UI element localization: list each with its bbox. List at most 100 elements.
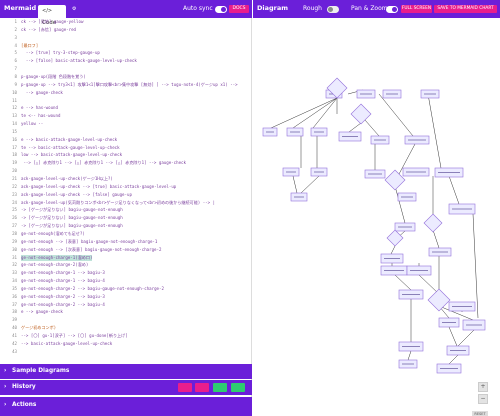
- flow-node[interactable]: [380, 253, 404, 264]
- rough-toggle[interactable]: [327, 6, 339, 13]
- decision-node[interactable]: [350, 103, 372, 125]
- history-section[interactable]: › History: [0, 380, 252, 395]
- flow-node[interactable]: [448, 203, 476, 215]
- code-line[interactable]: 17 te --> basic-attack-gauge-level-up-che…: [0, 145, 252, 151]
- code-line[interactable]: 39: [0, 317, 252, 323]
- line-number: 21: [12, 176, 17, 181]
- code-line[interactable]: 1 ck --> [見地] gauge-yellow: [0, 19, 252, 25]
- code-line[interactable]: 20: [0, 168, 252, 174]
- restore-icon[interactable]: [231, 383, 245, 392]
- code-line[interactable]: 32 ge-not-enough-charge-2(溜め): [0, 262, 252, 268]
- flow-node[interactable]: [310, 127, 328, 137]
- full-screen-button[interactable]: FULL SCREEN: [401, 5, 432, 13]
- code-line[interactable]: 34 ge-not-enough-charge-1 --> bagiu-4: [0, 278, 252, 284]
- sample-diagrams-section[interactable]: › Sample Diagrams: [0, 364, 252, 379]
- pan-zoom-toggle[interactable]: [386, 6, 398, 13]
- flow-node[interactable]: [448, 301, 476, 312]
- code-line[interactable]: 35 ge-not-enough-charge-2 --> bagiu-gauge…: [0, 286, 252, 292]
- code-editor[interactable]: 1 ck --> [見地] gauge-yellow 2 ck --> [赤信] ga…: [0, 19, 252, 361]
- code-line[interactable]: 30 ge-not-enough --> [次表意] bagiu-gauge-no…: [0, 247, 252, 253]
- flow-node[interactable]: [382, 89, 402, 99]
- docs-button[interactable]: DOCS: [229, 5, 249, 13]
- code-line[interactable]: 31 ge-not-enough-charge-1(溜め口): [0, 254, 252, 261]
- flow-node[interactable]: [398, 341, 424, 352]
- code-line[interactable]: 27 -> [ゲージが足りない] bagiu-gauge-not-enough: [0, 223, 252, 229]
- flow-node[interactable]: [356, 89, 376, 99]
- code-line[interactable]: 6 --> [false] basic-attack-gauge-level-u…: [0, 58, 252, 64]
- flow-node[interactable]: [438, 317, 460, 328]
- code-line[interactable]: 36 ge-not-enough-charge-2 --> bagiu-3: [0, 294, 252, 300]
- code-line[interactable]: 21 ack-gauge-level-up-check(ゲージ1H以上?): [0, 176, 252, 182]
- code-line[interactable]: 26 -> [ゲージが足りない] bagiu-gauge-not-enough: [0, 215, 252, 221]
- flow-node[interactable]: [286, 127, 304, 137]
- flow-node[interactable]: [338, 131, 362, 142]
- flow-node[interactable]: [406, 265, 432, 276]
- code-line[interactable]: 15: [0, 129, 252, 135]
- flow-node[interactable]: [420, 89, 440, 99]
- code-line[interactable]: 18 low --> basic-attack-gauge-level-up-ch…: [0, 152, 252, 158]
- flow-node[interactable]: [394, 222, 416, 232]
- code-line[interactable]: 37 ge-not-enough-charge-2 --> bagiu-4: [0, 302, 252, 308]
- tab-code[interactable]: </> Code: [38, 5, 66, 26]
- decision-node[interactable]: [423, 213, 443, 233]
- save-to-mermaid-chart-button[interactable]: SAVE TO MERMAID CHART: [434, 5, 497, 13]
- flow-node[interactable]: [397, 192, 417, 202]
- line-text: te <-- has-wound: [21, 113, 61, 119]
- upload-icon[interactable]: [178, 383, 192, 392]
- code-line[interactable]: 16 e --> basic-attack-gauge-level-up-chec…: [0, 137, 252, 143]
- zoom-in-button[interactable]: +: [478, 382, 488, 392]
- decision-node[interactable]: [384, 169, 406, 191]
- code-line[interactable]: 7: [0, 66, 252, 72]
- code-line[interactable]: 19 --> [△] 赤克除り1 --> [△] 赤克除り1 --> [△] 赤…: [0, 160, 252, 166]
- flow-node[interactable]: [290, 192, 308, 202]
- zoom-out-button[interactable]: −: [478, 394, 488, 404]
- code-line[interactable]: 14 yellow --: [0, 121, 252, 127]
- flow-node[interactable]: [462, 319, 486, 331]
- actions-section[interactable]: › Actions: [0, 397, 252, 416]
- code-line[interactable]: 12 e --> has-wound: [0, 105, 252, 111]
- diagram-canvas[interactable]: + − RESET: [253, 18, 500, 416]
- code-line[interactable]: 23 ack-gauge-level-up-check --> [false] g…: [0, 192, 252, 198]
- decision-node[interactable]: [386, 229, 404, 247]
- code-line[interactable]: 10 --> gauge-check: [0, 90, 252, 96]
- code-line[interactable]: 9 p-gauge-up --> try3<1] 攻撃1<1]撃口攻撃<br>集中…: [0, 82, 252, 88]
- tab-config[interactable]: ⚙ Config: [68, 3, 100, 24]
- flow-node[interactable]: [402, 167, 430, 177]
- code-line[interactable]: 24 ack-gauge-level-up(気苅剛りコンボ<br>ゲージ足りなくな…: [0, 200, 252, 206]
- code-line[interactable]: 28 ge-not-enough(溜めても足せ?): [0, 231, 252, 237]
- flow-node[interactable]: [436, 363, 462, 374]
- flow-node[interactable]: [398, 359, 418, 369]
- reset-button[interactable]: RESET: [472, 411, 488, 416]
- flow-node[interactable]: [282, 167, 300, 177]
- code-line[interactable]: 11: [0, 98, 252, 104]
- flow-node[interactable]: [446, 345, 470, 356]
- code-line[interactable]: 4 [最口フ]: [0, 43, 252, 49]
- flow-node[interactable]: [262, 127, 278, 137]
- flow-node[interactable]: [398, 289, 424, 300]
- code-line[interactable]: 13 te <-- has-wound: [0, 113, 252, 119]
- triangle-icon[interactable]: [195, 383, 209, 392]
- code-line[interactable]: 5 --> [true] try-3-step-gauge-up: [0, 50, 252, 56]
- flow-node[interactable]: [434, 167, 464, 178]
- auto-sync-toggle[interactable]: [215, 6, 227, 13]
- flow-node[interactable]: [364, 169, 386, 179]
- code-line[interactable]: 2 ck --> [赤信] gauge-red: [0, 27, 252, 33]
- code-line[interactable]: 43: [0, 349, 252, 355]
- code-line[interactable]: 33 ge-not-enough-charge-1 --> bagiu-3: [0, 270, 252, 276]
- code-line[interactable]: 3: [0, 35, 252, 41]
- code-line[interactable]: 40 ゲージ初めコンボ): [0, 325, 252, 331]
- code-line[interactable]: 41 --> [〇] gu-1[涙子] --> [〇] gu-done[斬り上げ]: [0, 333, 252, 339]
- flow-node[interactable]: [428, 247, 452, 257]
- code-line[interactable]: 25 -> [ゲージが足りない] bagiu-gauge-not-enough: [0, 207, 252, 213]
- flow-node[interactable]: [310, 167, 328, 177]
- code-line[interactable]: 42 --> basic-attack-gauge-level-up-check: [0, 341, 252, 347]
- code-line[interactable]: 38 e --> gauge-check: [0, 309, 252, 315]
- code-line[interactable]: 29 ge-not-enough --> [表意] bagiu-gauge-not…: [0, 239, 252, 245]
- code-line[interactable]: 22 ack-gauge-level-up-check --> [true] ba…: [0, 184, 252, 190]
- save-icon[interactable]: [213, 383, 227, 392]
- decision-node[interactable]: [427, 288, 451, 312]
- flow-node[interactable]: [380, 265, 408, 276]
- code-line[interactable]: 8 p-gauge-up(段階 色段階を覚う): [0, 74, 252, 80]
- flow-node[interactable]: [404, 135, 430, 145]
- flow-node[interactable]: [370, 135, 390, 145]
